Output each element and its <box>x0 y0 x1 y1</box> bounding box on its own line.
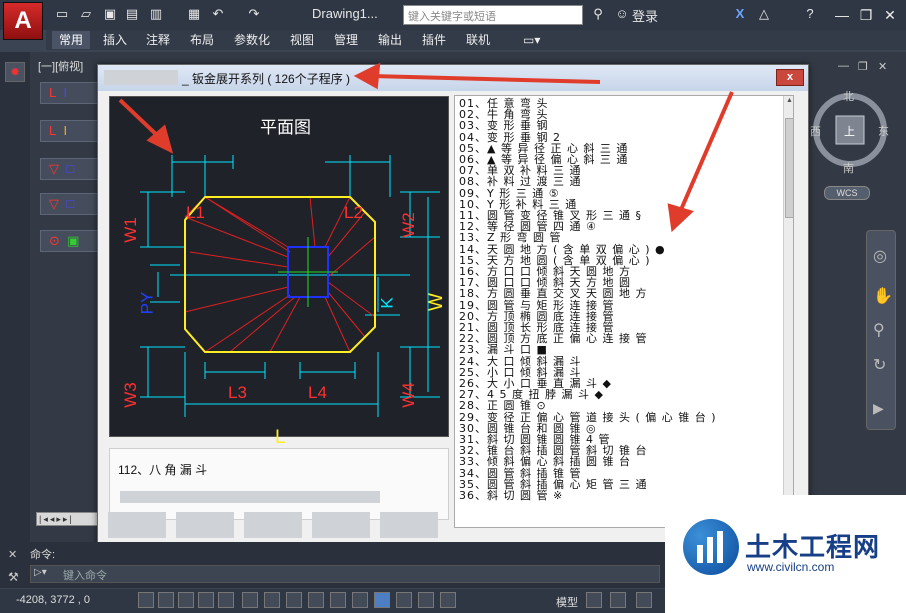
annotation-monitor-icon[interactable] <box>440 592 456 608</box>
polar-tracking-icon[interactable] <box>218 592 234 608</box>
command-label: 命令: <box>30 549 56 561</box>
selection-cycling-icon[interactable] <box>418 592 434 608</box>
ortho-mode-icon[interactable] <box>198 592 214 608</box>
quick-view-drawings-icon[interactable] <box>610 592 626 608</box>
annotation-scale-icon[interactable] <box>636 592 652 608</box>
watermark-logo-bars <box>697 531 723 563</box>
transparency-icon[interactable] <box>374 592 390 608</box>
dynamic-ucs-icon[interactable] <box>308 592 324 608</box>
command-prompt-icon[interactable]: ▷▾ <box>34 567 47 578</box>
dynamic-input-icon[interactable] <box>330 592 346 608</box>
lineweight-icon[interactable] <box>352 592 368 608</box>
autocad-window: A ▭ ▱ ▣ ▤ ▥ ▦ ↶ ↷ Drawing1... 键入关键字或短语 ⚲… <box>0 0 906 613</box>
quick-view-layouts-icon[interactable] <box>586 592 602 608</box>
command-close-icon[interactable]: ✕ <box>8 548 17 561</box>
watermark-url: www.civilcn.com <box>747 560 835 574</box>
command-input[interactable]: 键入命令 <box>30 565 660 583</box>
model-space-button[interactable]: 模型 <box>556 594 578 610</box>
object-snap-tracking-icon[interactable] <box>286 592 302 608</box>
coordinate-readout: -4208, 3772 , 0 <box>16 594 91 606</box>
snap-mode-icon[interactable] <box>158 592 174 608</box>
watermark-site-name: 土木工程网 <box>745 532 881 562</box>
object-snap-icon[interactable] <box>242 592 258 608</box>
site-watermark: 土木工程网 www.civilcn.com <box>665 495 906 613</box>
wrench-icon[interactable]: ⚒ <box>8 570 19 584</box>
3d-object-snap-icon[interactable] <box>264 592 280 608</box>
infer-constraints-icon[interactable] <box>138 592 154 608</box>
grid-display-icon[interactable] <box>178 592 194 608</box>
quick-properties-icon[interactable] <box>396 592 412 608</box>
watermark-logo-icon <box>683 519 739 575</box>
